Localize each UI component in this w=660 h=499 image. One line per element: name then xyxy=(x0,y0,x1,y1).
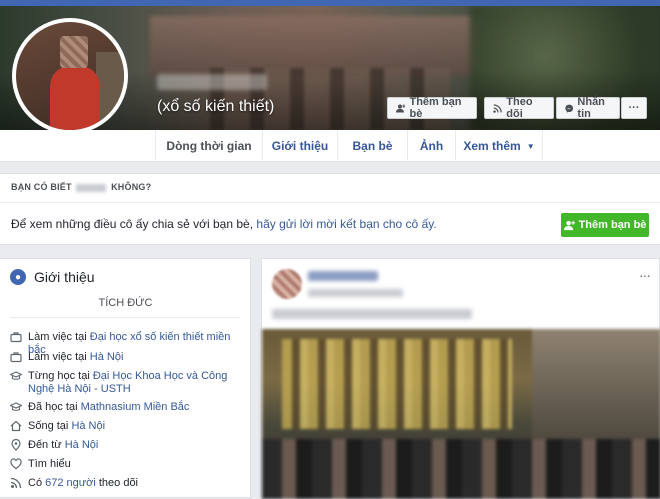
caret-down-icon: ▼ xyxy=(526,141,535,151)
tab-timeline[interactable]: Dòng thời gian xyxy=(155,130,262,162)
graduation-cap-icon xyxy=(10,402,22,411)
add-friend-icon xyxy=(563,220,575,230)
follow-label: Theo dõi xyxy=(506,96,533,120)
post-text-blurred xyxy=(272,309,472,319)
message-button[interactable]: Nhắn tin xyxy=(556,96,620,120)
add-friend-label: Thêm bạn bè xyxy=(409,96,462,120)
rss-icon xyxy=(493,103,502,113)
profile-tabs: Dòng thời gian Giới thiệu Bạn bè Ảnh Xem… xyxy=(0,130,660,162)
tab-photos[interactable]: Ảnh xyxy=(407,130,455,162)
intro-row-from: Đến từ Hà Nội xyxy=(10,439,245,452)
timeline-post: ··· xyxy=(261,258,660,499)
do-you-know-box: BẠN CÓ BIẾT KHÔNG? Để xem những điều cô … xyxy=(0,173,660,245)
add-friend-green-button[interactable]: Thêm bạn bè xyxy=(561,213,649,237)
add-friend-button[interactable]: Thêm bạn bè xyxy=(387,96,477,120)
intro-row-school: Đã học tại Mathnasium Miền Bắc xyxy=(10,401,245,414)
post-timestamp-blurred xyxy=(308,289,403,297)
follower-icon xyxy=(10,477,22,489)
followers-link[interactable]: 672 người xyxy=(45,477,96,489)
do-you-know-text: Để xem những điều cô ấy chia sẻ với bạn … xyxy=(11,217,437,231)
from-link[interactable]: Hà Nội xyxy=(65,439,99,451)
school-link[interactable]: Mathnasium Miền Bắc xyxy=(81,401,190,413)
globe-icon: ● xyxy=(10,269,26,285)
follow-button[interactable]: Theo dõi xyxy=(484,96,554,120)
more-dots-icon: ··· xyxy=(628,102,640,114)
intro-row-interested: Tìm hiểu xyxy=(10,458,245,471)
add-friend-icon xyxy=(396,104,406,112)
tab-more[interactable]: Xem thêm ▼ xyxy=(455,130,543,162)
intro-row-work-location: Làm việc tại Hà Nội xyxy=(10,351,245,364)
graduation-cap-icon xyxy=(10,371,22,380)
work-location-link[interactable]: Hà Nội xyxy=(90,351,124,363)
post-author-avatar[interactable] xyxy=(272,269,302,299)
profile-picture[interactable] xyxy=(12,18,128,134)
message-label: Nhắn tin xyxy=(577,96,605,120)
intro-title: Giới thiệu xyxy=(34,269,95,285)
do-you-know-title: BẠN CÓ BIẾT KHÔNG? xyxy=(11,182,152,192)
heart-icon xyxy=(10,458,22,470)
post-photo[interactable] xyxy=(262,329,660,499)
intro-panel: ● Giới thiệu TÍCH ĐỨC Làm việc tại Đại h… xyxy=(0,258,251,498)
briefcase-icon xyxy=(10,332,22,343)
tab-friends[interactable]: Bạn bè xyxy=(337,130,407,162)
send-friend-request-link[interactable]: hãy gửi lời mời kết bạn cho cô ấy. xyxy=(256,217,436,231)
divider xyxy=(0,202,660,203)
intro-row-followers: Có 672 người theo dõi xyxy=(10,477,245,490)
post-author-name-blurred[interactable] xyxy=(308,271,378,281)
intro-bio: TÍCH ĐỨC xyxy=(98,297,153,309)
intro-row-lives: Sống tại Hà Nội xyxy=(10,420,245,433)
more-options-button[interactable]: ··· xyxy=(621,97,647,119)
profile-name-blurred xyxy=(157,74,267,90)
profile-alternate-name: (xổ số kiến thiết) xyxy=(157,98,275,115)
briefcase-icon xyxy=(10,352,22,363)
lives-in-link[interactable]: Hà Nội xyxy=(71,420,105,432)
divider xyxy=(10,317,240,318)
post-options-icon[interactable]: ··· xyxy=(639,267,651,283)
home-icon xyxy=(10,420,22,432)
tab-about[interactable]: Giới thiệu xyxy=(262,130,337,162)
location-pin-icon xyxy=(11,439,21,451)
intro-row-studied: Từng học tại Đại Học Khoa Học và Công Ng… xyxy=(10,370,245,396)
intro-header: ● Giới thiệu xyxy=(10,269,95,285)
blurred-name xyxy=(76,183,107,192)
messenger-icon xyxy=(565,104,574,113)
